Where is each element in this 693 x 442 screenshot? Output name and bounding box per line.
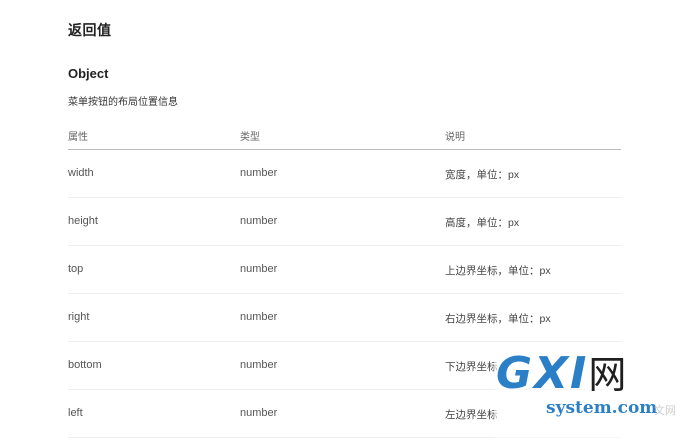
doc-page: 返回值 Object 菜单按钮的布局位置信息 属性 类型 说明 width nu… <box>0 0 693 442</box>
row-description: 上边界坐标，单位：px <box>445 265 551 277</box>
watermark-latin: GXI <box>496 348 589 399</box>
row-property: left <box>68 407 83 419</box>
table-row: right number 右边界坐标，单位：px <box>68 294 621 342</box>
table-row: top number 上边界坐标，单位：px <box>68 246 621 294</box>
row-description: 右边界坐标，单位：px <box>445 313 551 325</box>
watermark-mark: GXI网 <box>496 352 629 398</box>
section-title: 返回值 <box>68 22 112 38</box>
header-type: 类型 <box>240 132 260 143</box>
row-property: top <box>68 263 84 275</box>
row-description: 下边界坐标 <box>445 361 498 373</box>
row-property: right <box>68 311 90 323</box>
row-type: number <box>240 359 278 371</box>
row-property: bottom <box>68 359 102 371</box>
row-type: number <box>240 407 278 419</box>
watermark-logo: GXI网 system.com 文网 <box>494 352 693 442</box>
watermark-site: system.com <box>546 398 658 418</box>
row-description: 高度，单位：px <box>445 217 520 229</box>
header-description: 说明 <box>445 132 465 143</box>
object-description: 菜单按钮的布局位置信息 <box>68 97 178 108</box>
object-title: Object <box>68 66 109 81</box>
row-type: number <box>240 167 278 179</box>
row-description: 左边界坐标 <box>445 409 498 421</box>
row-type: number <box>240 263 278 275</box>
row-type: number <box>240 215 278 227</box>
table-header: 属性 类型 说明 <box>68 118 621 150</box>
table-row: height number 高度，单位：px <box>68 198 621 246</box>
watermark-tail: 文网 <box>654 405 676 417</box>
header-property: 属性 <box>68 132 88 143</box>
watermark-cn: 网 <box>588 353 629 397</box>
table-row: width number 宽度，单位：px <box>68 150 621 198</box>
row-property: height <box>68 215 98 227</box>
row-type: number <box>240 311 278 323</box>
row-property: width <box>68 167 94 179</box>
row-description: 宽度，单位：px <box>445 169 520 181</box>
